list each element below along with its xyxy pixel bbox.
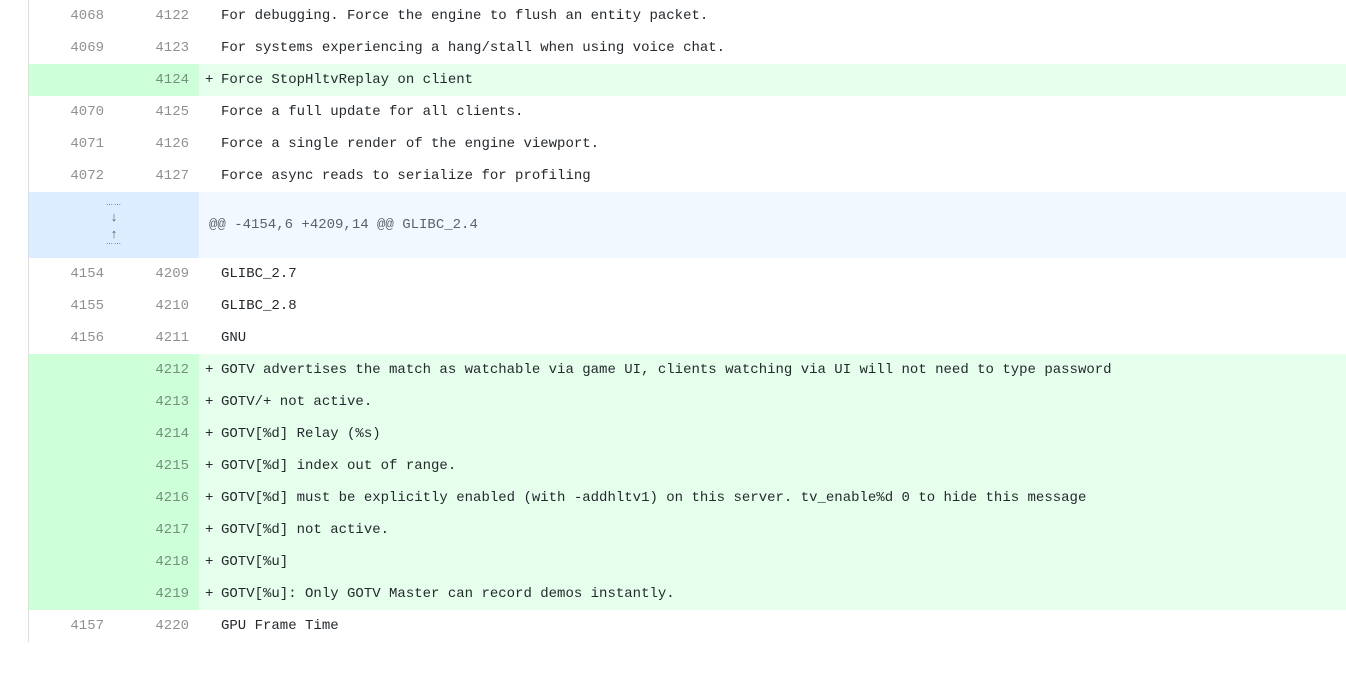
- diff-marker: +: [199, 514, 221, 546]
- new-line-number[interactable]: 4211: [114, 322, 199, 354]
- old-line-number[interactable]: [29, 578, 114, 610]
- new-line-number[interactable]: 4210: [114, 290, 199, 322]
- diff-marker: [199, 290, 221, 322]
- code-content: GPU Frame Time: [221, 610, 1346, 642]
- code-content: For debugging. Force the engine to flush…: [221, 0, 1346, 32]
- diff-line: 41564211 GNU: [29, 322, 1346, 354]
- code-content: Force a single render of the engine view…: [221, 128, 1346, 160]
- new-line-number[interactable]: 4126: [114, 128, 199, 160]
- diff-marker: +: [199, 578, 221, 610]
- diff-line: 40714126 Force a single render of the eng…: [29, 128, 1346, 160]
- code-content: Force StopHltvReplay on client: [221, 64, 1346, 96]
- old-line-number[interactable]: [29, 386, 114, 418]
- new-line-number[interactable]: 4220: [114, 610, 199, 642]
- old-line-number[interactable]: [29, 546, 114, 578]
- hunk-header: ⋯⋯↓ ↑⋯⋯ @@ -4154,6 +4209,14 @@ GLIBC_2.4: [29, 192, 1346, 258]
- hunk-header-text: @@ -4154,6 +4209,14 @@ GLIBC_2.4: [199, 192, 1346, 258]
- old-line-number[interactable]: 4069: [29, 32, 114, 64]
- diff-marker: [199, 0, 221, 32]
- code-content: Force a full update for all clients.: [221, 96, 1346, 128]
- old-line-number[interactable]: 4155: [29, 290, 114, 322]
- new-line-number[interactable]: 4218: [114, 546, 199, 578]
- old-line-number[interactable]: 4157: [29, 610, 114, 642]
- old-line-number[interactable]: 4154: [29, 258, 114, 290]
- new-line-number[interactable]: 4215: [114, 450, 199, 482]
- code-content: For systems experiencing a hang/stall wh…: [221, 32, 1346, 64]
- new-line-number[interactable]: 4212: [114, 354, 199, 386]
- old-line-number[interactable]: [29, 354, 114, 386]
- code-content: GOTV[%u]: Only GOTV Master can record de…: [221, 578, 1346, 610]
- code-content: GOTV[%d] Relay (%s): [221, 418, 1346, 450]
- expand-up-icon: ↑⋯⋯: [106, 226, 122, 248]
- new-line-number[interactable]: 4217: [114, 514, 199, 546]
- old-line-number[interactable]: [29, 514, 114, 546]
- diff-line: 4214+GOTV[%d] Relay (%s): [29, 418, 1346, 450]
- diff-line: 4215+GOTV[%d] index out of range.: [29, 450, 1346, 482]
- diff-line: 4216+GOTV[%d] must be explicitly enabled…: [29, 482, 1346, 514]
- diff-marker: +: [199, 546, 221, 578]
- diff-line: 41574220 GPU Frame Time: [29, 610, 1346, 642]
- old-line-number[interactable]: 4070: [29, 96, 114, 128]
- diff-table: 40684122 For debugging. Force the engine …: [28, 0, 1346, 642]
- code-content: Force async reads to serialize for profi…: [221, 160, 1346, 192]
- code-content: GOTV/+ not active.: [221, 386, 1346, 418]
- old-line-number[interactable]: 4072: [29, 160, 114, 192]
- code-content: GOTV[%d] index out of range.: [221, 450, 1346, 482]
- new-line-number[interactable]: 4127: [114, 160, 199, 192]
- diff-marker: +: [199, 64, 221, 96]
- old-line-number[interactable]: 4071: [29, 128, 114, 160]
- code-content: GLIBC_2.7: [221, 258, 1346, 290]
- diff-line: 40724127 Force async reads to serialize f…: [29, 160, 1346, 192]
- old-line-number[interactable]: [29, 482, 114, 514]
- diff-marker: [199, 128, 221, 160]
- diff-line: 41544209 GLIBC_2.7: [29, 258, 1346, 290]
- new-line-number[interactable]: 4214: [114, 418, 199, 450]
- code-content: GOTV[%d] not active.: [221, 514, 1346, 546]
- new-line-number[interactable]: 4209: [114, 258, 199, 290]
- diff-line: 4218+GOTV[%u]: [29, 546, 1346, 578]
- diff-line: 4217+GOTV[%d] not active.: [29, 514, 1346, 546]
- code-content: GOTV[%d] must be explicitly enabled (wit…: [221, 482, 1346, 514]
- code-content: GOTV[%u]: [221, 546, 1346, 578]
- diff-marker: [199, 610, 221, 642]
- code-content: GOTV advertises the match as watchable v…: [221, 354, 1346, 386]
- new-line-number[interactable]: 4216: [114, 482, 199, 514]
- diff-line: 4124+Force StopHltvReplay on client: [29, 64, 1346, 96]
- diff-marker: +: [199, 450, 221, 482]
- new-line-number[interactable]: 4125: [114, 96, 199, 128]
- diff-line: 40694123 For systems experiencing a hang/…: [29, 32, 1346, 64]
- old-line-number[interactable]: 4068: [29, 0, 114, 32]
- diff-marker: +: [199, 354, 221, 386]
- diff-marker: +: [199, 482, 221, 514]
- expand-hunk-button[interactable]: ⋯⋯↓ ↑⋯⋯: [29, 192, 199, 258]
- new-line-number[interactable]: 4122: [114, 0, 199, 32]
- diff-line: 40704125 Force a full update for all clie…: [29, 96, 1346, 128]
- diff-line: 4212+GOTV advertises the match as watcha…: [29, 354, 1346, 386]
- code-content: GNU: [221, 322, 1346, 354]
- diff-line: 41554210 GLIBC_2.8: [29, 290, 1346, 322]
- diff-marker: [199, 160, 221, 192]
- new-line-number[interactable]: 4124: [114, 64, 199, 96]
- expand-down-icon: ⋯⋯↓: [106, 202, 122, 224]
- diff-marker: [199, 322, 221, 354]
- diff-marker: +: [199, 386, 221, 418]
- new-line-number[interactable]: 4213: [114, 386, 199, 418]
- diff-marker: [199, 96, 221, 128]
- diff-line: 4213+GOTV/+ not active.: [29, 386, 1346, 418]
- diff-marker: [199, 32, 221, 64]
- diff-line: 40684122 For debugging. Force the engine …: [29, 0, 1346, 32]
- old-line-number[interactable]: 4156: [29, 322, 114, 354]
- old-line-number[interactable]: [29, 418, 114, 450]
- new-line-number[interactable]: 4219: [114, 578, 199, 610]
- old-line-number[interactable]: [29, 450, 114, 482]
- diff-line: 4219+GOTV[%u]: Only GOTV Master can reco…: [29, 578, 1346, 610]
- code-content: GLIBC_2.8: [221, 290, 1346, 322]
- diff-marker: [199, 258, 221, 290]
- diff-marker: +: [199, 418, 221, 450]
- old-line-number[interactable]: [29, 64, 114, 96]
- new-line-number[interactable]: 4123: [114, 32, 199, 64]
